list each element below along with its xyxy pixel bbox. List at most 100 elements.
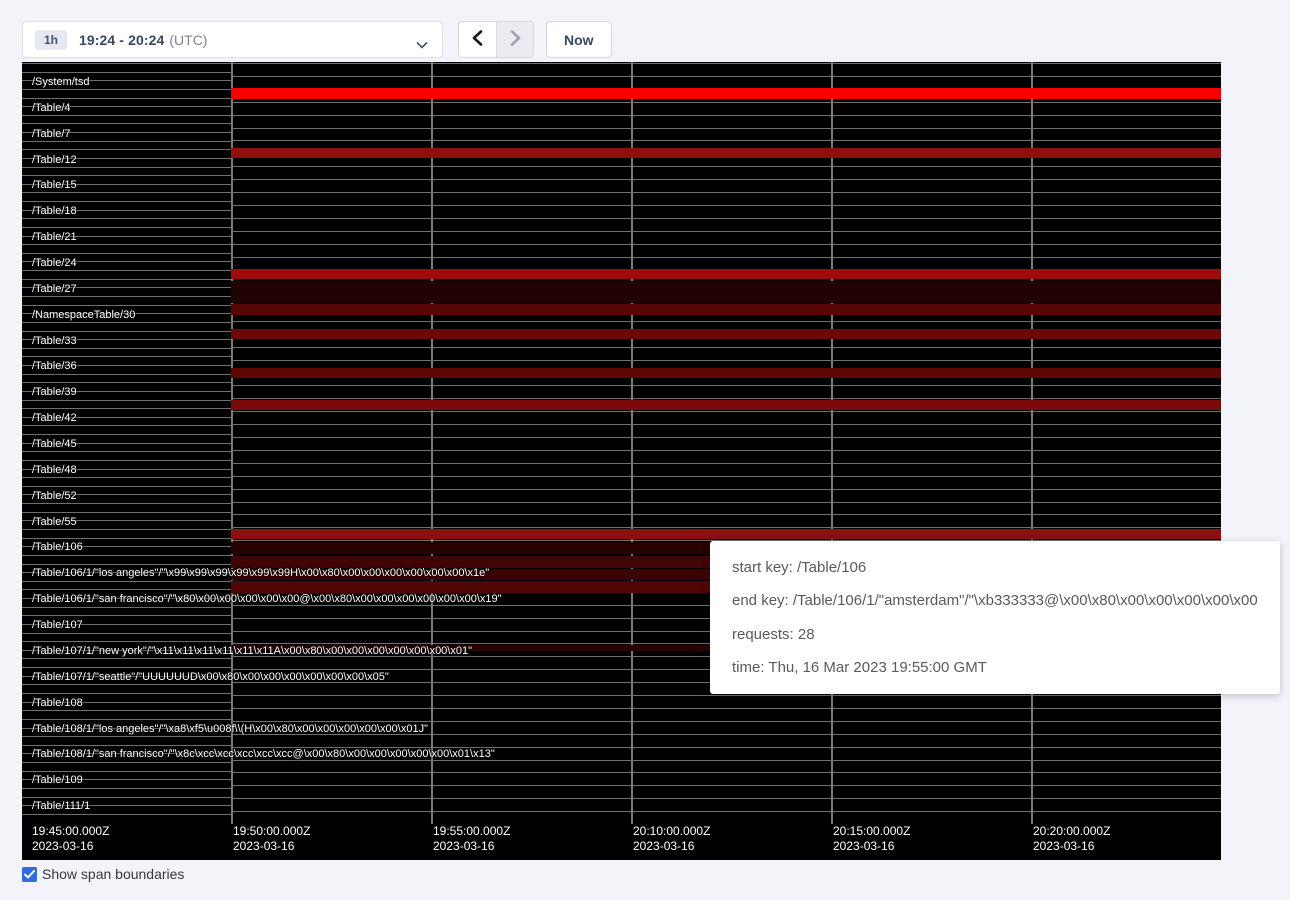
span-boundary-line: [22, 771, 231, 772]
span-boundary-line: [22, 253, 231, 254]
span-boundary-line: [22, 356, 231, 357]
span-boundary-line: [22, 192, 231, 193]
heatmap-band[interactable]: [231, 329, 1221, 339]
span-boundary-line: [22, 477, 231, 478]
row-label: /Table/4: [32, 102, 71, 114]
heatmap-band[interactable]: [231, 304, 1221, 315]
x-axis-tick-label: 20:10:00.000Z2023-03-16: [633, 824, 710, 854]
span-boundary-line: [22, 589, 231, 590]
span-boundary-line: [231, 811, 1221, 812]
x-axis-tick-label: 19:50:00.000Z2023-03-16: [233, 824, 310, 854]
span-boundary-line: [231, 463, 1221, 464]
x-tick-time: 19:45:00.000Z: [32, 824, 109, 839]
span-boundary-line: [22, 244, 231, 245]
span-boundary-line: [22, 141, 231, 142]
heatmap-band[interactable]: [231, 148, 1221, 158]
show-span-boundaries-label: Show span boundaries: [42, 866, 184, 882]
time-bucket-gridline: [1031, 62, 1033, 824]
x-tick-date: 2023-03-16: [1033, 839, 1110, 854]
row-label: /Table/108: [32, 697, 83, 709]
span-boundary-line: [22, 218, 231, 219]
span-boundary-line: [22, 564, 231, 565]
x-tick-time: 19:55:00.000Z: [433, 824, 510, 839]
time-range-selector[interactable]: 1h 19:24 - 20:24 (UTC): [22, 21, 443, 58]
span-boundary-line: [22, 348, 231, 349]
span-boundary-line: [22, 382, 231, 383]
span-boundary-line: [22, 167, 231, 168]
row-label: /Table/111/1: [32, 800, 90, 812]
tooltip-line: requests: 28: [732, 626, 1258, 643]
span-boundary-line: [22, 115, 231, 116]
now-button[interactable]: Now: [546, 21, 612, 58]
span-boundary-line: [231, 437, 1221, 438]
row-label: /Table/24: [32, 257, 77, 269]
span-boundary-line: [231, 527, 1221, 528]
span-boundary-line: [22, 538, 231, 539]
span-boundary-line: [22, 503, 231, 504]
span-boundary-line: [22, 667, 231, 668]
span-boundary-line: [22, 641, 231, 642]
span-boundary-line: [231, 798, 1221, 799]
heatmap-canvas[interactable]: /System/tsd/Table/4/Table/7/Table/12/Tab…: [22, 62, 1221, 860]
x-tick-date: 2023-03-16: [633, 839, 710, 854]
row-label: /Table/107/1/"new york"/"\x11\x11\x11\x1…: [32, 645, 472, 657]
row-label: /Table/106: [32, 541, 83, 553]
span-boundary-line: [231, 772, 1221, 773]
row-label: /Table/27: [32, 283, 77, 295]
row-label: /Table/108/1/"san francisco"/"\x8c\xcc\x…: [32, 748, 495, 760]
span-boundary-line: [22, 227, 231, 228]
span-boundary-line: [231, 321, 1221, 322]
row-label: /Table/7: [32, 128, 71, 140]
span-boundary-line: [231, 218, 1221, 219]
time-range-text: 19:24 - 20:24: [79, 32, 164, 48]
row-label: /NamespaceTable/30: [32, 309, 135, 321]
span-boundary-line: [22, 762, 231, 763]
span-boundary-line: [22, 322, 231, 323]
span-boundary-line: [22, 736, 231, 737]
heatmap-band[interactable]: [231, 529, 1221, 539]
tooltip-line: start key: /Table/106: [732, 559, 1258, 576]
heatmap-band[interactable]: [231, 368, 1221, 378]
row-label: /Table/21: [32, 231, 77, 243]
heatmap-tooltip: start key: /Table/106end key: /Table/106…: [710, 541, 1280, 694]
row-label: /Table/12: [32, 154, 77, 166]
span-boundary-line: [231, 514, 1221, 515]
heatmap-band[interactable]: [231, 281, 1221, 303]
time-bucket-gridline: [831, 62, 833, 824]
span-boundary-line: [231, 244, 1221, 245]
x-tick-time: 19:50:00.000Z: [233, 824, 310, 839]
span-boundary-line: [22, 633, 231, 634]
span-boundary-line: [231, 140, 1221, 141]
span-boundary-line: [22, 296, 231, 297]
span-boundary-line: [231, 63, 1221, 64]
span-boundary-line: [231, 231, 1221, 232]
span-boundary-line: [22, 512, 231, 513]
row-label: /Table/18: [32, 205, 77, 217]
span-boundary-line: [22, 331, 231, 332]
span-boundary-line: [231, 502, 1221, 503]
footer: Show span boundaries: [22, 866, 184, 882]
span-boundary-line: [22, 63, 231, 64]
span-boundary-line: [22, 149, 231, 150]
row-label: /Table/106/1/"san francisco"/"\x80\x00\x…: [32, 593, 502, 605]
span-boundary-line: [22, 710, 231, 711]
span-boundary-line: [231, 398, 1221, 399]
time-bucket-gridline: [231, 62, 233, 824]
heatmap-band[interactable]: [231, 269, 1221, 279]
row-label: /Table/42: [32, 412, 77, 424]
time-step-buttons: [458, 21, 534, 58]
span-boundary-line: [231, 115, 1221, 116]
previous-time-button[interactable]: [458, 21, 496, 58]
span-boundary-line: [22, 123, 231, 124]
span-boundary-line: [22, 434, 231, 435]
span-boundary-line: [22, 529, 231, 530]
next-time-button[interactable]: [496, 21, 534, 58]
heatmap-band[interactable]: [231, 400, 1221, 410]
span-boundary-line: [231, 205, 1221, 206]
span-boundary-line: [22, 425, 231, 426]
span-boundary-line: [22, 400, 231, 401]
show-span-boundaries-checkbox[interactable]: [22, 867, 37, 882]
span-boundary-line: [22, 719, 231, 720]
heatmap-band[interactable]: [231, 88, 1221, 99]
span-boundary-line: [22, 89, 231, 90]
